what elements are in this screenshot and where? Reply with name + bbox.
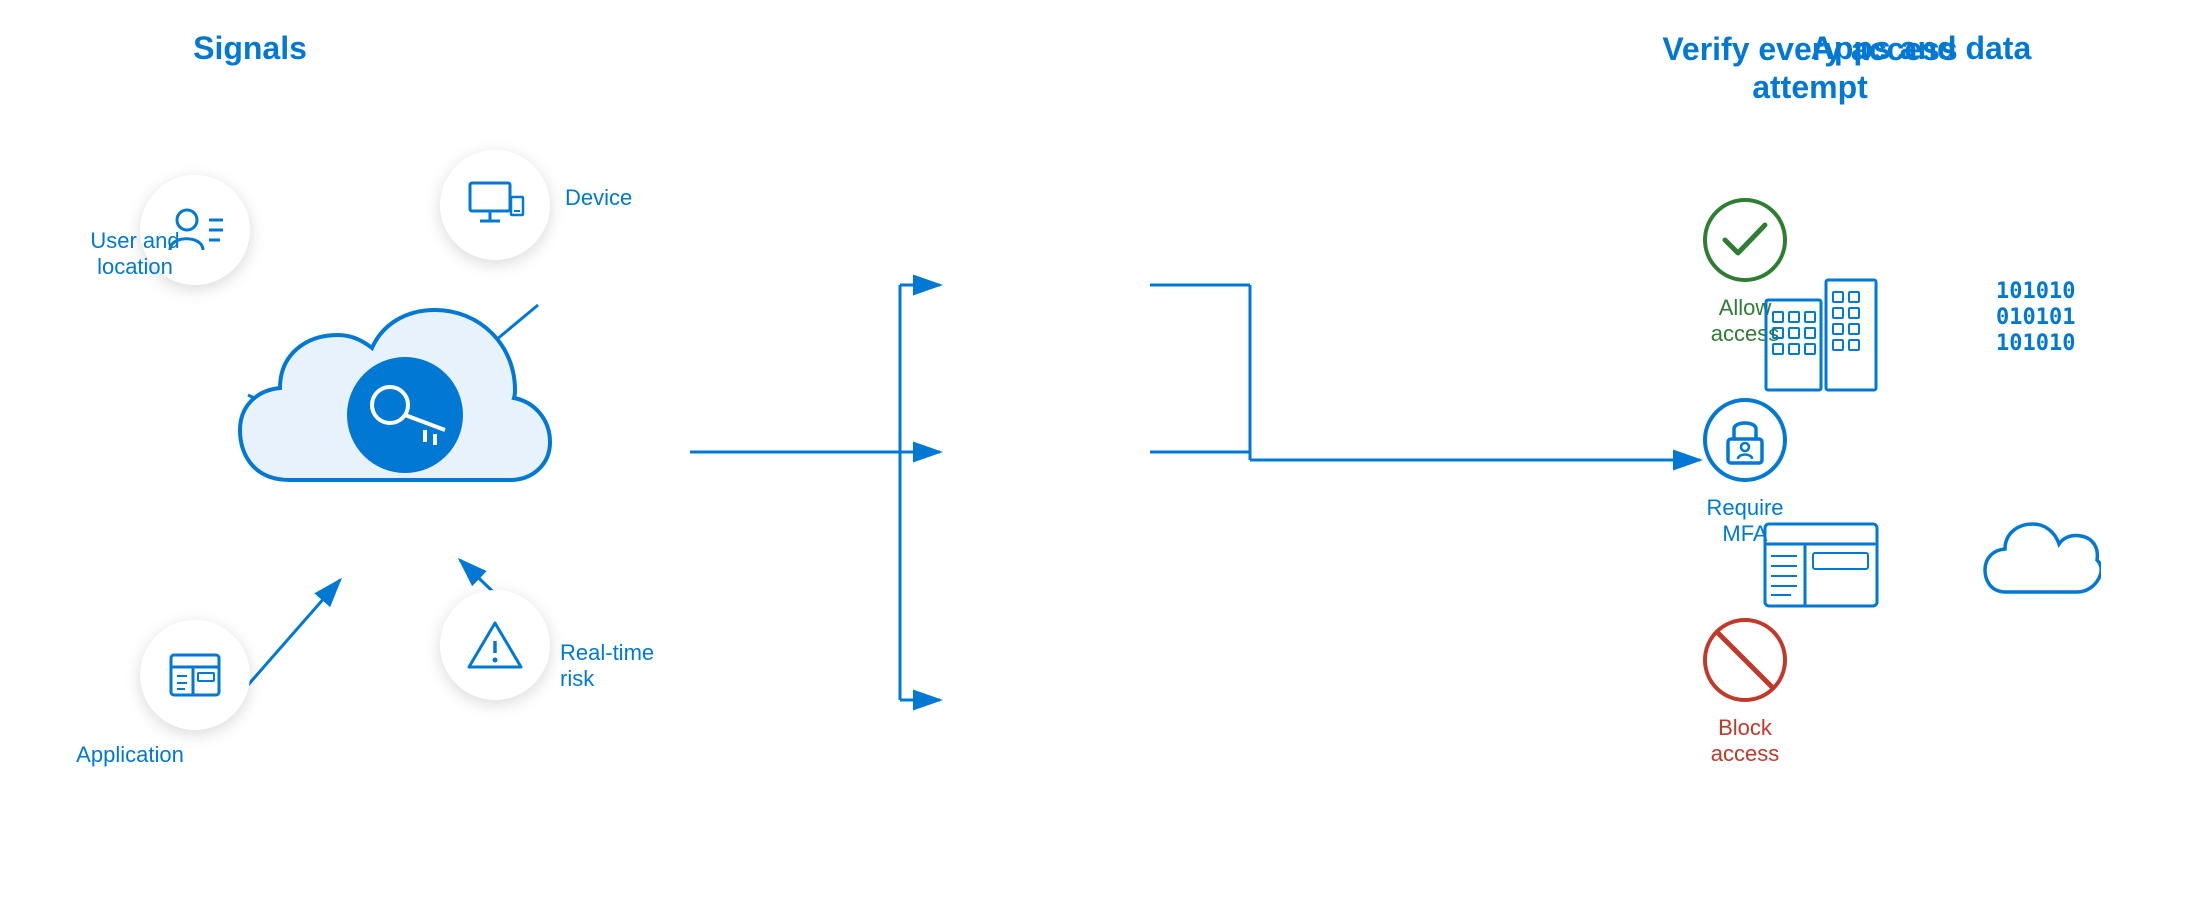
svg-text:010101: 010101 [1996,305,2075,330]
device-label: Device [565,185,632,211]
verify-section: Verify every accessattempt Allow access … [820,0,1340,899]
apps-data-section: Apps and data [1721,0,2121,899]
building-icon [1761,270,1881,405]
apps-data-title: Apps and data [1771,30,2071,67]
signals-section: Signals User and location [60,0,680,899]
device-icon [440,150,550,260]
data-binary-icon: 101010 010101 101010 [1991,270,2101,375]
svg-text:101010: 101010 [1996,279,2075,304]
application-label: Application [65,742,195,768]
app-window-icon [1761,520,1881,615]
signals-title: Signals [140,30,360,67]
cloud-key-icon [230,280,590,540]
cloud-icon [1981,520,2101,615]
realtime-risk-icon [440,590,550,700]
realtime-risk-label: Real-time risk [560,640,670,693]
application-icon [140,620,250,730]
user-location-label: User and location [75,228,195,281]
svg-text:101010: 101010 [1996,331,2075,356]
diagram: Signals User and location [0,0,2201,899]
